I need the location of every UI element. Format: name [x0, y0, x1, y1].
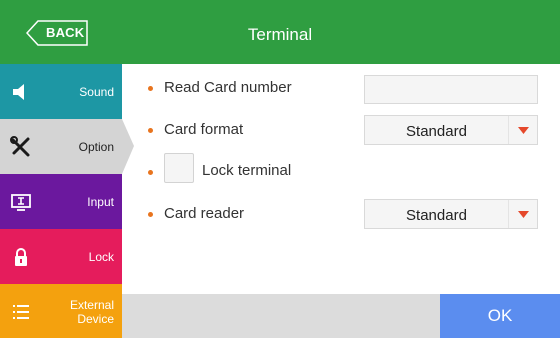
- card-reader-value: Standard: [406, 207, 467, 224]
- lock-terminal-checkbox[interactable]: [164, 153, 194, 183]
- header-bar: BACK Terminal: [0, 0, 560, 64]
- sidebar-item-option[interactable]: Option: [0, 119, 134, 174]
- tools-icon: [10, 136, 30, 157]
- sidebar-item-label: Input: [87, 194, 114, 209]
- card-format-label: Card format: [164, 121, 244, 138]
- card-format-value: Standard: [406, 123, 467, 140]
- lock-terminal-row: Lock terminal: [122, 150, 560, 190]
- dropdown-button[interactable]: [508, 200, 537, 228]
- sidebar: Sound Option Input Lock External Device: [0, 64, 134, 338]
- speaker-icon: [13, 84, 24, 100]
- page-title: Terminal: [247, 25, 313, 44]
- bullet: [148, 128, 153, 133]
- sidebar-item-label: External Device: [69, 297, 114, 326]
- sidebar-item-label: Option: [78, 139, 114, 154]
- sidebar-item-input[interactable]: Input: [0, 174, 122, 229]
- monitor-icon: [11, 194, 31, 211]
- dropdown-button[interactable]: [508, 116, 537, 144]
- list-icon: [13, 305, 29, 319]
- card-format-select[interactable]: Standard: [364, 115, 538, 145]
- bullet: [148, 212, 153, 217]
- sidebar-item-external-device[interactable]: External Device: [0, 284, 122, 338]
- bullet: [148, 86, 153, 91]
- caret-down-icon: [518, 211, 529, 218]
- card-format-row: Card format Standard: [122, 108, 560, 148]
- read-card-number-label: Read Card number: [164, 79, 292, 96]
- settings-panel: Read Card number Card format Standard Lo…: [122, 64, 560, 294]
- ok-button[interactable]: OK: [440, 294, 560, 338]
- sidebar-item-lock[interactable]: Lock: [0, 229, 122, 284]
- card-reader-select[interactable]: Standard: [364, 199, 538, 229]
- sidebar-item-label: Lock: [88, 249, 114, 264]
- read-card-number-row: Read Card number: [122, 66, 560, 106]
- footer-bar: [122, 294, 440, 338]
- lock-terminal-label: Lock terminal: [202, 162, 292, 179]
- read-card-number-field[interactable]: [364, 75, 538, 104]
- card-reader-row: Card reader Standard: [122, 192, 560, 232]
- caret-down-icon: [518, 127, 529, 134]
- sidebar-item-label: Sound: [79, 84, 114, 99]
- lock-icon: [15, 248, 27, 266]
- card-reader-label: Card reader: [164, 205, 245, 222]
- sidebar-item-sound[interactable]: Sound: [0, 64, 122, 119]
- bullet: [148, 170, 153, 175]
